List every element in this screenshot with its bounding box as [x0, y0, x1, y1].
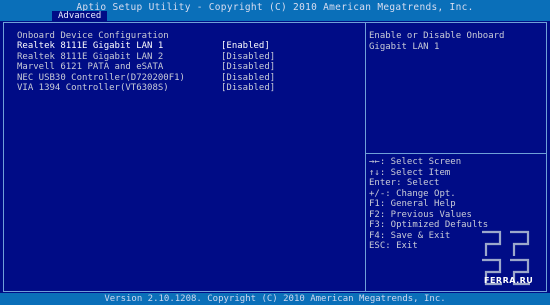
key-general-help: F1: General Help — [369, 199, 456, 209]
key-optimized-defaults: F3: Optimized Defaults — [369, 220, 489, 230]
setting-row-via-1394[interactable]: VIA 1394 Controller(VT6308S) [Disabled] — [17, 83, 347, 94]
key-select-screen: →←: Select Screen — [369, 157, 462, 167]
setting-value[interactable]: [Enabled] — [221, 41, 270, 51]
setting-label: Realtek 8111E Gigabit LAN 2 — [17, 51, 164, 62]
setting-value[interactable]: [Disabled] — [221, 62, 275, 72]
section-title: Onboard Device Configuration — [17, 31, 169, 41]
setting-value[interactable]: [Disabled] — [221, 83, 275, 93]
key-enter-select: Enter: Select — [369, 178, 440, 188]
setting-row-marvell-pata[interactable]: Marvell 6121 PATA and eSATA [Disabled] — [17, 62, 347, 73]
setting-value[interactable]: [Disabled] — [221, 52, 275, 62]
setting-label: Realtek 8111E Gigabit LAN 1 — [17, 41, 164, 51]
setting-value[interactable]: [Disabled] — [221, 73, 275, 83]
key-legend: →←: Select Screen ↑↓: Select Item Enter:… — [369, 157, 488, 252]
key-escape-exit: ESC: Exit — [369, 241, 418, 251]
key-previous-values: F2: Previous Values — [369, 209, 472, 220]
help-description: Enable or Disable Onboard Gigabit LAN 1 — [369, 31, 505, 52]
settings-list: Realtek 8111E Gigabit LAN 1 [Enabled] Re… — [17, 41, 347, 94]
setting-row-realtek-lan-2[interactable]: Realtek 8111E Gigabit LAN 2 [Disabled] — [17, 52, 347, 63]
watermark-text: FERRA.RU — [484, 276, 534, 285]
setting-row-realtek-lan-1[interactable]: Realtek 8111E Gigabit LAN 1 [Enabled] — [17, 41, 347, 52]
tab-advanced[interactable]: Advanced — [52, 11, 108, 21]
panel-divider — [365, 22, 366, 292]
setting-label: NEC USB30 Controller(D720200F1) — [17, 72, 185, 83]
setting-label: VIA 1394 Controller(VT6308S) — [17, 83, 169, 93]
help-separator — [366, 153, 546, 154]
footer-version: Version 2.10.1208. Copyright (C) 2010 Am… — [104, 294, 446, 304]
setting-row-nec-usb30[interactable]: NEC USB30 Controller(D720200F1) [Disable… — [17, 73, 347, 84]
setting-label: Marvell 6121 PATA and eSATA — [17, 62, 164, 72]
key-save-exit: F4: Save & Exit — [369, 230, 451, 241]
key-change-option: +/-: Change Opt. — [369, 188, 456, 199]
key-select-item: ↑↓: Select Item — [369, 167, 451, 178]
